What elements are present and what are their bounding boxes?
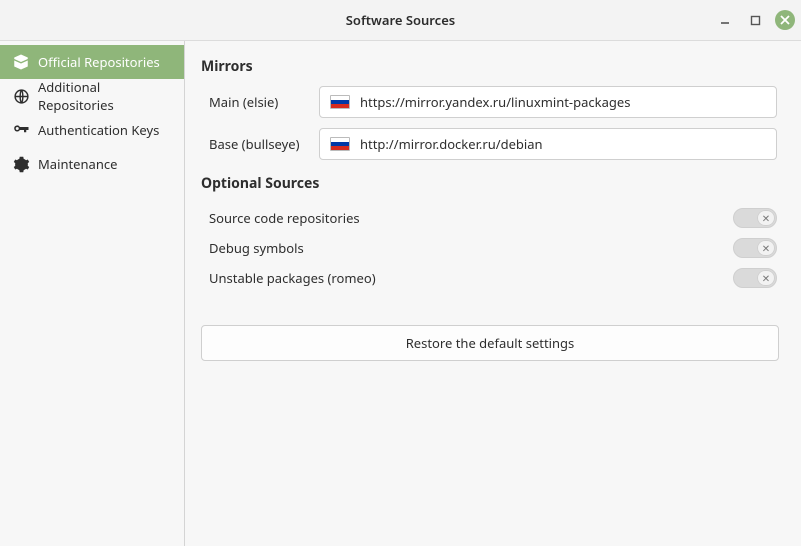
window-controls (715, 0, 795, 40)
optional-sources-heading: Optional Sources (201, 174, 777, 193)
maximize-button[interactable] (745, 10, 765, 30)
toggle-knob: ✕ (757, 270, 775, 286)
toggle-knob: ✕ (757, 240, 775, 256)
key-icon (12, 121, 30, 139)
window-body: Official Repositories Additional Reposit… (0, 41, 801, 546)
sidebar: Official Repositories Additional Reposit… (0, 41, 185, 546)
option-debug-symbols-row: Debug symbols ✕ (201, 233, 777, 263)
gear-icon (12, 155, 30, 173)
mirrors-heading: Mirrors (201, 57, 777, 76)
toggle-knob: ✕ (757, 210, 775, 226)
mirror-main-label: Main (elsie) (201, 93, 319, 111)
option-source-code-row: Source code repositories ✕ (201, 203, 777, 233)
box-icon (12, 53, 30, 71)
window: Software Sources Official Repositories (0, 0, 801, 546)
mirror-main-row: Main (elsie) https://mirror.yandex.ru/li… (201, 86, 777, 118)
maximize-icon (750, 15, 761, 26)
close-button[interactable] (775, 10, 795, 30)
mirror-base-row: Base (bullseye) http://mirror.docker.ru/… (201, 128, 777, 160)
mirror-base-value: http://mirror.docker.ru/debian (360, 135, 543, 153)
sidebar-item-label: Maintenance (38, 155, 117, 173)
sidebar-item-authentication-keys[interactable]: Authentication Keys (0, 113, 184, 147)
mirror-base-selector[interactable]: http://mirror.docker.ru/debian (319, 128, 777, 160)
sidebar-item-additional-repositories[interactable]: Additional Repositories (0, 79, 184, 113)
sidebar-item-label: Official Repositories (38, 53, 160, 71)
minimize-icon (719, 14, 731, 26)
flag-ru-icon (330, 137, 350, 151)
sidebar-item-label: Additional Repositories (38, 78, 172, 114)
flag-ru-icon (330, 95, 350, 109)
mirror-main-value: https://mirror.yandex.ru/linuxmint-packa… (360, 93, 630, 111)
window-title: Software Sources (0, 11, 801, 29)
restore-defaults-label: Restore the default settings (406, 334, 575, 352)
restore-defaults-button[interactable]: Restore the default settings (201, 325, 779, 361)
globe-icon (12, 87, 30, 105)
sidebar-item-official-repositories[interactable]: Official Repositories (0, 45, 184, 79)
option-label: Source code repositories (209, 209, 360, 227)
mirror-base-label: Base (bullseye) (201, 135, 319, 153)
sidebar-item-label: Authentication Keys (38, 121, 159, 139)
option-unstable-packages-toggle[interactable]: ✕ (733, 268, 777, 288)
titlebar[interactable]: Software Sources (0, 0, 801, 41)
minimize-button[interactable] (715, 10, 735, 30)
option-source-code-toggle[interactable]: ✕ (733, 208, 777, 228)
close-icon (780, 15, 790, 25)
mirror-main-selector[interactable]: https://mirror.yandex.ru/linuxmint-packa… (319, 86, 777, 118)
option-debug-symbols-toggle[interactable]: ✕ (733, 238, 777, 258)
option-label: Debug symbols (209, 239, 304, 257)
sidebar-item-maintenance[interactable]: Maintenance (0, 147, 184, 181)
content-area: Mirrors Main (elsie) https://mirror.yand… (185, 41, 801, 546)
option-unstable-packages-row: Unstable packages (romeo) ✕ (201, 263, 777, 293)
option-label: Unstable packages (romeo) (209, 269, 376, 287)
